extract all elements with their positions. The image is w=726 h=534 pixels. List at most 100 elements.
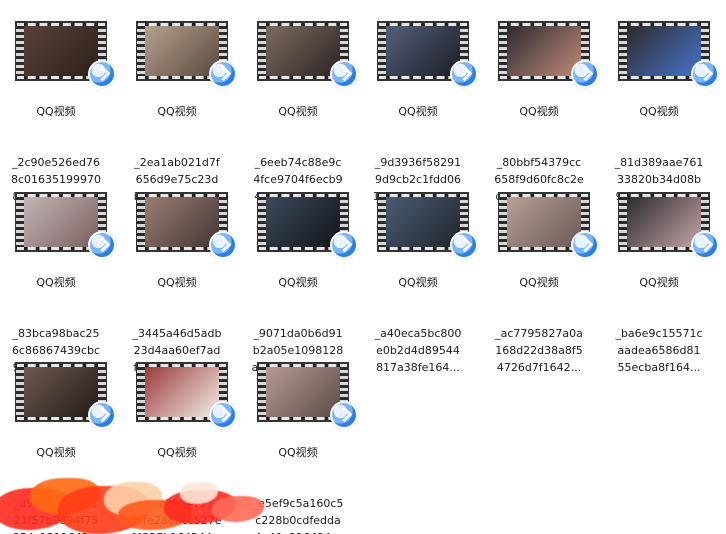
file-title: QQ视频 xyxy=(278,446,318,459)
file-name: _e5ef9c5a160c5 c228b0cdfedda 4a40a916424… xyxy=(252,497,344,534)
thumbnail-frame xyxy=(507,197,581,247)
file-title: QQ视频 xyxy=(278,105,318,118)
thumbnail-frame xyxy=(24,367,98,417)
qq-video-badge-icon xyxy=(330,231,358,259)
file-label[interactable]: QQ视频 _e5ef9c5a160c5 c228b0cdfedda 4a40a9… xyxy=(246,427,350,534)
film-strip-left xyxy=(378,26,386,76)
film-strip-left xyxy=(499,197,507,247)
file-item[interactable]: QQ视频 _83bca98bac25 6c86867439cbc 909873c… xyxy=(4,171,116,374)
film-strip-left xyxy=(137,197,145,247)
qq-video-badge-icon xyxy=(691,231,719,259)
file-label[interactable]: QQ视频 _a40eca5bc800 e0b2d4d89544 817a38fe… xyxy=(366,257,470,376)
file-item[interactable]: QQ视频 _e3ec85547174 6ffe2a8bcc527e f4327b… xyxy=(125,341,237,534)
thumbnail-frame xyxy=(145,197,219,247)
film-strip-left xyxy=(619,26,627,76)
file-title: QQ视频 xyxy=(157,276,197,289)
thumbnail-frame xyxy=(145,26,219,76)
qq-video-badge-icon xyxy=(209,231,237,259)
file-title: QQ视频 xyxy=(398,276,438,289)
file-title: QQ视频 xyxy=(519,276,559,289)
qq-video-badge-icon xyxy=(450,60,478,88)
qq-video-badge-icon xyxy=(88,60,116,88)
video-thumbnail[interactable] xyxy=(136,192,237,259)
qq-video-badge-icon xyxy=(571,231,599,259)
film-strip-left xyxy=(16,367,24,417)
video-thumbnail[interactable] xyxy=(377,192,478,259)
file-label[interactable]: QQ视频 _ba6e9c15571c aadea6586d81 55ecba8f… xyxy=(607,257,711,376)
qq-video-badge-icon xyxy=(209,401,237,429)
file-label[interactable]: QQ视频 _ac7795827a0a 168d22d38a8f5 4726d7f… xyxy=(487,257,591,376)
video-thumbnail[interactable] xyxy=(618,21,719,88)
file-name: _ac7795827a0a 168d22d38a8f5 4726d7f1642.… xyxy=(495,327,583,374)
video-thumbnail[interactable] xyxy=(257,192,358,259)
file-item[interactable]: QQ视频 _3445a46d5adb 23d4aa60ef7ad f8f8c0a… xyxy=(125,171,237,374)
qq-video-badge-icon xyxy=(571,60,599,88)
file-title: QQ视频 xyxy=(639,105,679,118)
file-item[interactable]: QQ视频 _2ea1ab021d7f 656d9e75c23d b28070dc… xyxy=(125,0,237,203)
video-thumbnail[interactable] xyxy=(136,362,237,429)
file-item[interactable]: QQ视频 _a40eca5bc800 e0b2d4d89544 817a38fe… xyxy=(366,171,478,374)
video-thumbnail[interactable] xyxy=(15,192,116,259)
film-strip-left xyxy=(258,367,266,417)
thumbnail-frame xyxy=(266,367,340,417)
file-item[interactable]: QQ视频 _6eeb74c88e9c 4fce9704f6ecb9 4243b2… xyxy=(246,0,358,203)
video-thumbnail[interactable] xyxy=(498,192,599,259)
thumbnail-frame xyxy=(24,197,98,247)
video-thumbnail[interactable] xyxy=(498,21,599,88)
film-strip-left xyxy=(258,197,266,247)
film-strip-left xyxy=(499,26,507,76)
film-strip-left xyxy=(137,26,145,76)
thumbnail-frame xyxy=(24,26,98,76)
video-thumbnail[interactable] xyxy=(136,21,237,88)
file-item[interactable]: QQ视频 _9d3936f58291 9d9cb2c1fdd06 1fa57a3… xyxy=(366,0,478,203)
file-item[interactable]: QQ视频 _2c90e526ed76 8c01635199970 83475a9… xyxy=(4,0,116,203)
file-item[interactable]: QQ视频 _ba6e9c15571c aadea6586d81 55ecba8f… xyxy=(607,171,719,374)
film-strip-left xyxy=(378,197,386,247)
video-thumbnail[interactable] xyxy=(377,21,478,88)
file-title: QQ视频 xyxy=(157,105,197,118)
thumbnail-frame xyxy=(266,26,340,76)
file-item[interactable]: QQ视频 _ac7795827a0a 168d22d38a8f5 4726d7f… xyxy=(487,171,599,374)
qq-video-badge-icon xyxy=(330,401,358,429)
qq-video-badge-icon xyxy=(330,60,358,88)
qq-video-badge-icon xyxy=(88,401,116,429)
video-thumbnail[interactable] xyxy=(15,362,116,429)
thumbnail-frame xyxy=(627,26,701,76)
file-title: QQ视频 xyxy=(36,276,76,289)
qq-video-badge-icon xyxy=(209,60,237,88)
file-title: QQ视频 xyxy=(519,105,559,118)
file-title: QQ视频 xyxy=(36,446,76,459)
qq-video-badge-icon xyxy=(88,231,116,259)
file-item[interactable]: QQ视频 _e5ef9c5a160c5 c228b0cdfedda 4a40a9… xyxy=(246,341,358,534)
thumbnail-frame xyxy=(386,26,460,76)
thumbnail-frame xyxy=(266,197,340,247)
file-label[interactable]: QQ视频 _d9abd9cecf81 21f57b9d94f75 854c131… xyxy=(4,427,108,534)
film-strip-left xyxy=(619,197,627,247)
video-thumbnail[interactable] xyxy=(257,21,358,88)
file-name: _e3ec85547174 6ffe2a8bcc527e f4327b16424… xyxy=(131,497,222,534)
thumbnail-frame xyxy=(145,367,219,417)
film-strip-left xyxy=(16,197,24,247)
file-title: QQ视频 xyxy=(398,105,438,118)
thumbnail-frame xyxy=(386,197,460,247)
thumbnail-frame xyxy=(507,26,581,76)
file-label[interactable]: QQ视频 _e3ec85547174 6ffe2a8bcc527e f4327b… xyxy=(125,427,229,534)
file-item[interactable]: QQ视频 _81d389aae761 33820b34d08b 9013ae7a… xyxy=(607,0,719,203)
thumbnail-frame xyxy=(627,197,701,247)
file-title: QQ视频 xyxy=(36,105,76,118)
file-title: QQ视频 xyxy=(278,276,318,289)
film-strip-left xyxy=(258,26,266,76)
file-item[interactable]: QQ视频 _9071da0b6d91 b2a05e1098128 a0c27a9… xyxy=(246,171,358,374)
file-title: QQ视频 xyxy=(639,276,679,289)
film-strip-left xyxy=(137,367,145,417)
video-thumbnail[interactable] xyxy=(257,362,358,429)
file-name: _d9abd9cecf81 21f57b9d94f75 854c1311642.… xyxy=(13,497,100,534)
film-strip-left xyxy=(16,26,24,76)
video-thumbnail[interactable] xyxy=(618,192,719,259)
file-name: _ba6e9c15571c aadea6586d81 55ecba8f164..… xyxy=(615,327,703,374)
file-item[interactable]: QQ视频 _d9abd9cecf81 21f57b9d94f75 854c131… xyxy=(4,341,116,534)
file-item[interactable]: QQ视频 _80bbf54379cc 658f9d60fc8c2e d54a90… xyxy=(487,0,599,203)
file-title: QQ视频 xyxy=(157,446,197,459)
video-thumbnail[interactable] xyxy=(15,21,116,88)
qq-video-badge-icon xyxy=(691,60,719,88)
